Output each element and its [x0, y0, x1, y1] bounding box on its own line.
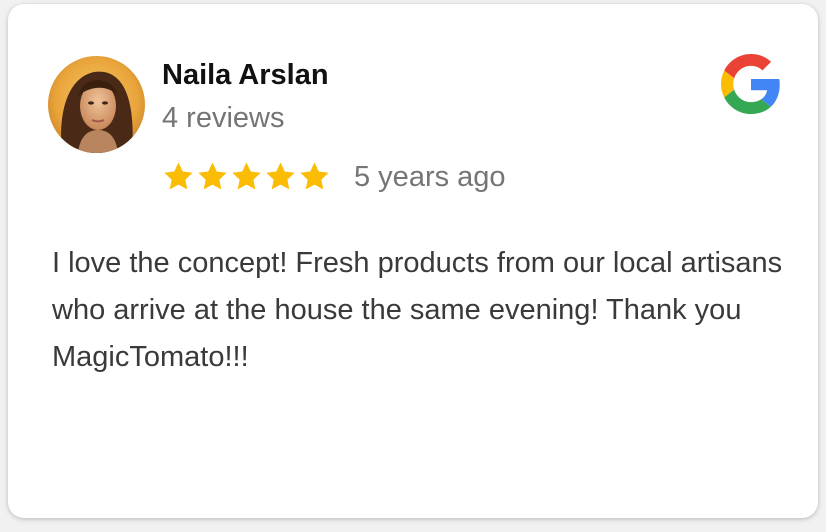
review-text: I love the concept! Fresh products from … — [52, 247, 783, 373]
review-card: Naila Arslan 4 reviews 5 years ago I lov… — [8, 4, 818, 518]
review-time: 5 years ago — [354, 161, 506, 193]
star-icon — [266, 161, 295, 189]
star-icon — [300, 161, 329, 189]
star-rating — [162, 156, 332, 196]
google-g-logo-icon[interactable] — [721, 54, 781, 114]
star-icon — [198, 161, 227, 189]
star-icon — [164, 161, 193, 189]
review-count: 4 reviews — [162, 102, 285, 134]
reviewer-name[interactable]: Naila Arslan — [162, 56, 329, 94]
avatar[interactable] — [48, 56, 145, 153]
star-icon — [232, 161, 261, 189]
